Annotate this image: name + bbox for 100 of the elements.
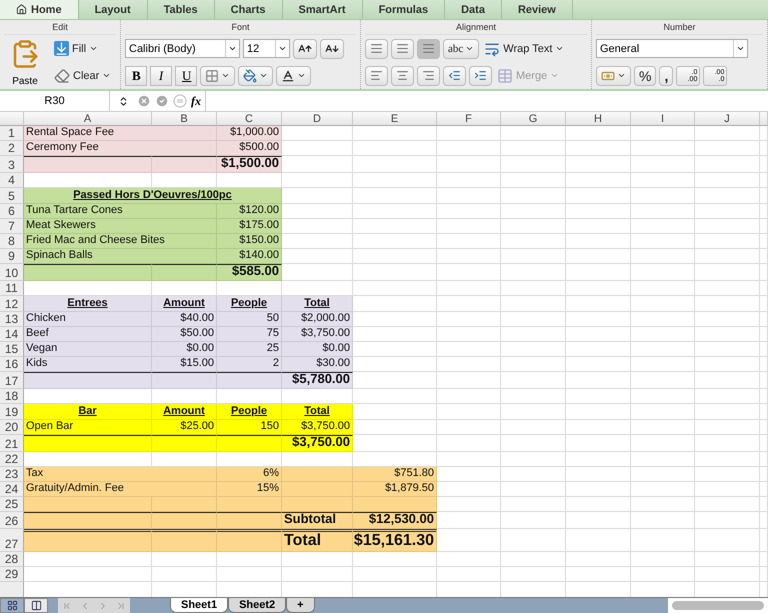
name-box[interactable]: R30 — [0, 91, 110, 111]
table-cell — [631, 156, 695, 173]
ribbon-tab[interactable]: SmartArt — [282, 0, 363, 19]
ribbon-tab[interactable]: Data — [445, 0, 502, 19]
group-title: Edit — [4, 20, 116, 35]
borders-button[interactable] — [200, 66, 235, 86]
table-cell — [282, 204, 353, 219]
column-header[interactable]: E — [353, 112, 437, 126]
row-number: 17 — [0, 372, 24, 389]
bold-button[interactable]: B — [125, 66, 147, 86]
table-cell — [501, 204, 566, 219]
ribbon-tab[interactable]: Layout — [78, 0, 148, 19]
italic-button[interactable]: I — [150, 66, 172, 86]
decrease-indent-button[interactable] — [443, 66, 466, 86]
ribbon-tab[interactable]: Charts — [214, 0, 282, 19]
orientation-button[interactable]: abc — [443, 38, 480, 58]
function-label[interactable]: fx — [187, 94, 205, 108]
row-number: 19 — [0, 404, 24, 420]
ribbon-tab[interactable]: Tables — [148, 0, 215, 19]
table-cell — [631, 249, 695, 264]
stepper-icon[interactable] — [118, 96, 129, 106]
table-cell — [566, 312, 631, 327]
column-header[interactable]: A — [24, 112, 152, 126]
align-bottom-button[interactable] — [417, 38, 440, 58]
ribbon-tab[interactable]: Formulas — [362, 0, 446, 19]
ribbon-tab[interactable]: Review — [502, 0, 573, 19]
confirm-icon[interactable] — [155, 94, 169, 108]
caret-icon — [617, 71, 626, 80]
align-middle-button[interactable] — [391, 38, 414, 58]
table-cell — [437, 497, 501, 512]
fill-color-button[interactable] — [238, 66, 273, 86]
column-header[interactable]: B — [152, 112, 217, 126]
table-cell — [695, 188, 760, 204]
table-cell: Amount — [152, 404, 217, 420]
row-number: 16 — [0, 357, 24, 372]
add-sheet-button[interactable]: + — [286, 598, 315, 613]
row-number: 18 — [0, 389, 24, 404]
grow-font-button[interactable] — [293, 38, 317, 58]
table-cell — [631, 234, 695, 249]
underline-button[interactable]: U — [175, 66, 197, 86]
column-header[interactable]: I — [631, 112, 695, 126]
table-cell — [282, 234, 353, 249]
column-header[interactable]: J — [695, 112, 760, 126]
font-name-field[interactable]: Calibri (Body) — [125, 39, 240, 58]
align-left-button[interactable] — [365, 66, 388, 86]
column-header[interactable]: G — [501, 112, 566, 126]
align-top-button[interactable] — [365, 38, 388, 58]
table-cell — [152, 567, 217, 582]
shrink-font-button[interactable] — [320, 38, 344, 58]
page-layout-button[interactable] — [24, 598, 48, 613]
align-center-button[interactable] — [391, 66, 414, 86]
font-size-field[interactable]: 12 — [243, 39, 290, 58]
table-cell — [437, 312, 501, 327]
percent-button[interactable]: % — [634, 66, 656, 86]
table-cell — [631, 372, 695, 389]
table-cell: 50 — [217, 312, 282, 327]
table-cell — [695, 529, 760, 552]
grid-icon — [6, 600, 18, 611]
table-cell — [152, 264, 217, 281]
table-cell — [501, 141, 566, 156]
sheet-tab[interactable]: Sheet2 — [228, 598, 286, 613]
table-cell: Entrees — [24, 296, 152, 312]
increase-indent-button[interactable] — [469, 66, 492, 86]
table-cell — [631, 404, 695, 420]
select-all-button[interactable] — [0, 112, 24, 126]
table-cell — [631, 529, 695, 552]
font-color-button[interactable] — [276, 66, 311, 86]
table-cell: Beef — [24, 327, 152, 342]
table-cell — [501, 420, 566, 435]
align-right-button[interactable] — [417, 66, 440, 86]
fill-button[interactable]: Fill — [52, 38, 100, 58]
table-cell — [695, 249, 760, 264]
table-cell — [501, 234, 566, 249]
table-cell — [695, 372, 760, 389]
wrap-text-button[interactable]: Wrap Text — [482, 38, 566, 58]
table-cell — [437, 249, 501, 264]
column-header[interactable]: D — [282, 112, 353, 126]
row-number: 21 — [0, 435, 24, 452]
horizontal-scrollbar[interactable] — [668, 598, 768, 613]
table-cell — [282, 173, 353, 188]
table-cell — [282, 567, 353, 582]
clear-button[interactable]: Clear — [52, 66, 114, 86]
table-cell — [631, 141, 695, 156]
table-cell — [501, 312, 566, 327]
ribbon-tab[interactable]: Home — [0, 0, 79, 19]
sheet-tab[interactable]: Sheet1 — [170, 598, 228, 613]
normal-view-button[interactable] — [0, 598, 24, 613]
paste-button[interactable]: Paste — [4, 35, 46, 89]
currency-button[interactable] — [596, 66, 631, 86]
table-cell — [566, 452, 631, 467]
column-header[interactable] — [760, 112, 768, 126]
comma-button[interactable]: , — [659, 66, 674, 86]
table-cell — [566, 234, 631, 249]
column-header[interactable]: C — [217, 112, 282, 126]
number-format-field[interactable]: General — [596, 39, 748, 58]
table-cell — [217, 173, 282, 188]
column-header[interactable]: H — [566, 112, 631, 126]
table-cell: $120.00 — [217, 204, 282, 219]
column-header[interactable]: F — [437, 112, 501, 126]
cancel-icon[interactable] — [137, 94, 151, 108]
